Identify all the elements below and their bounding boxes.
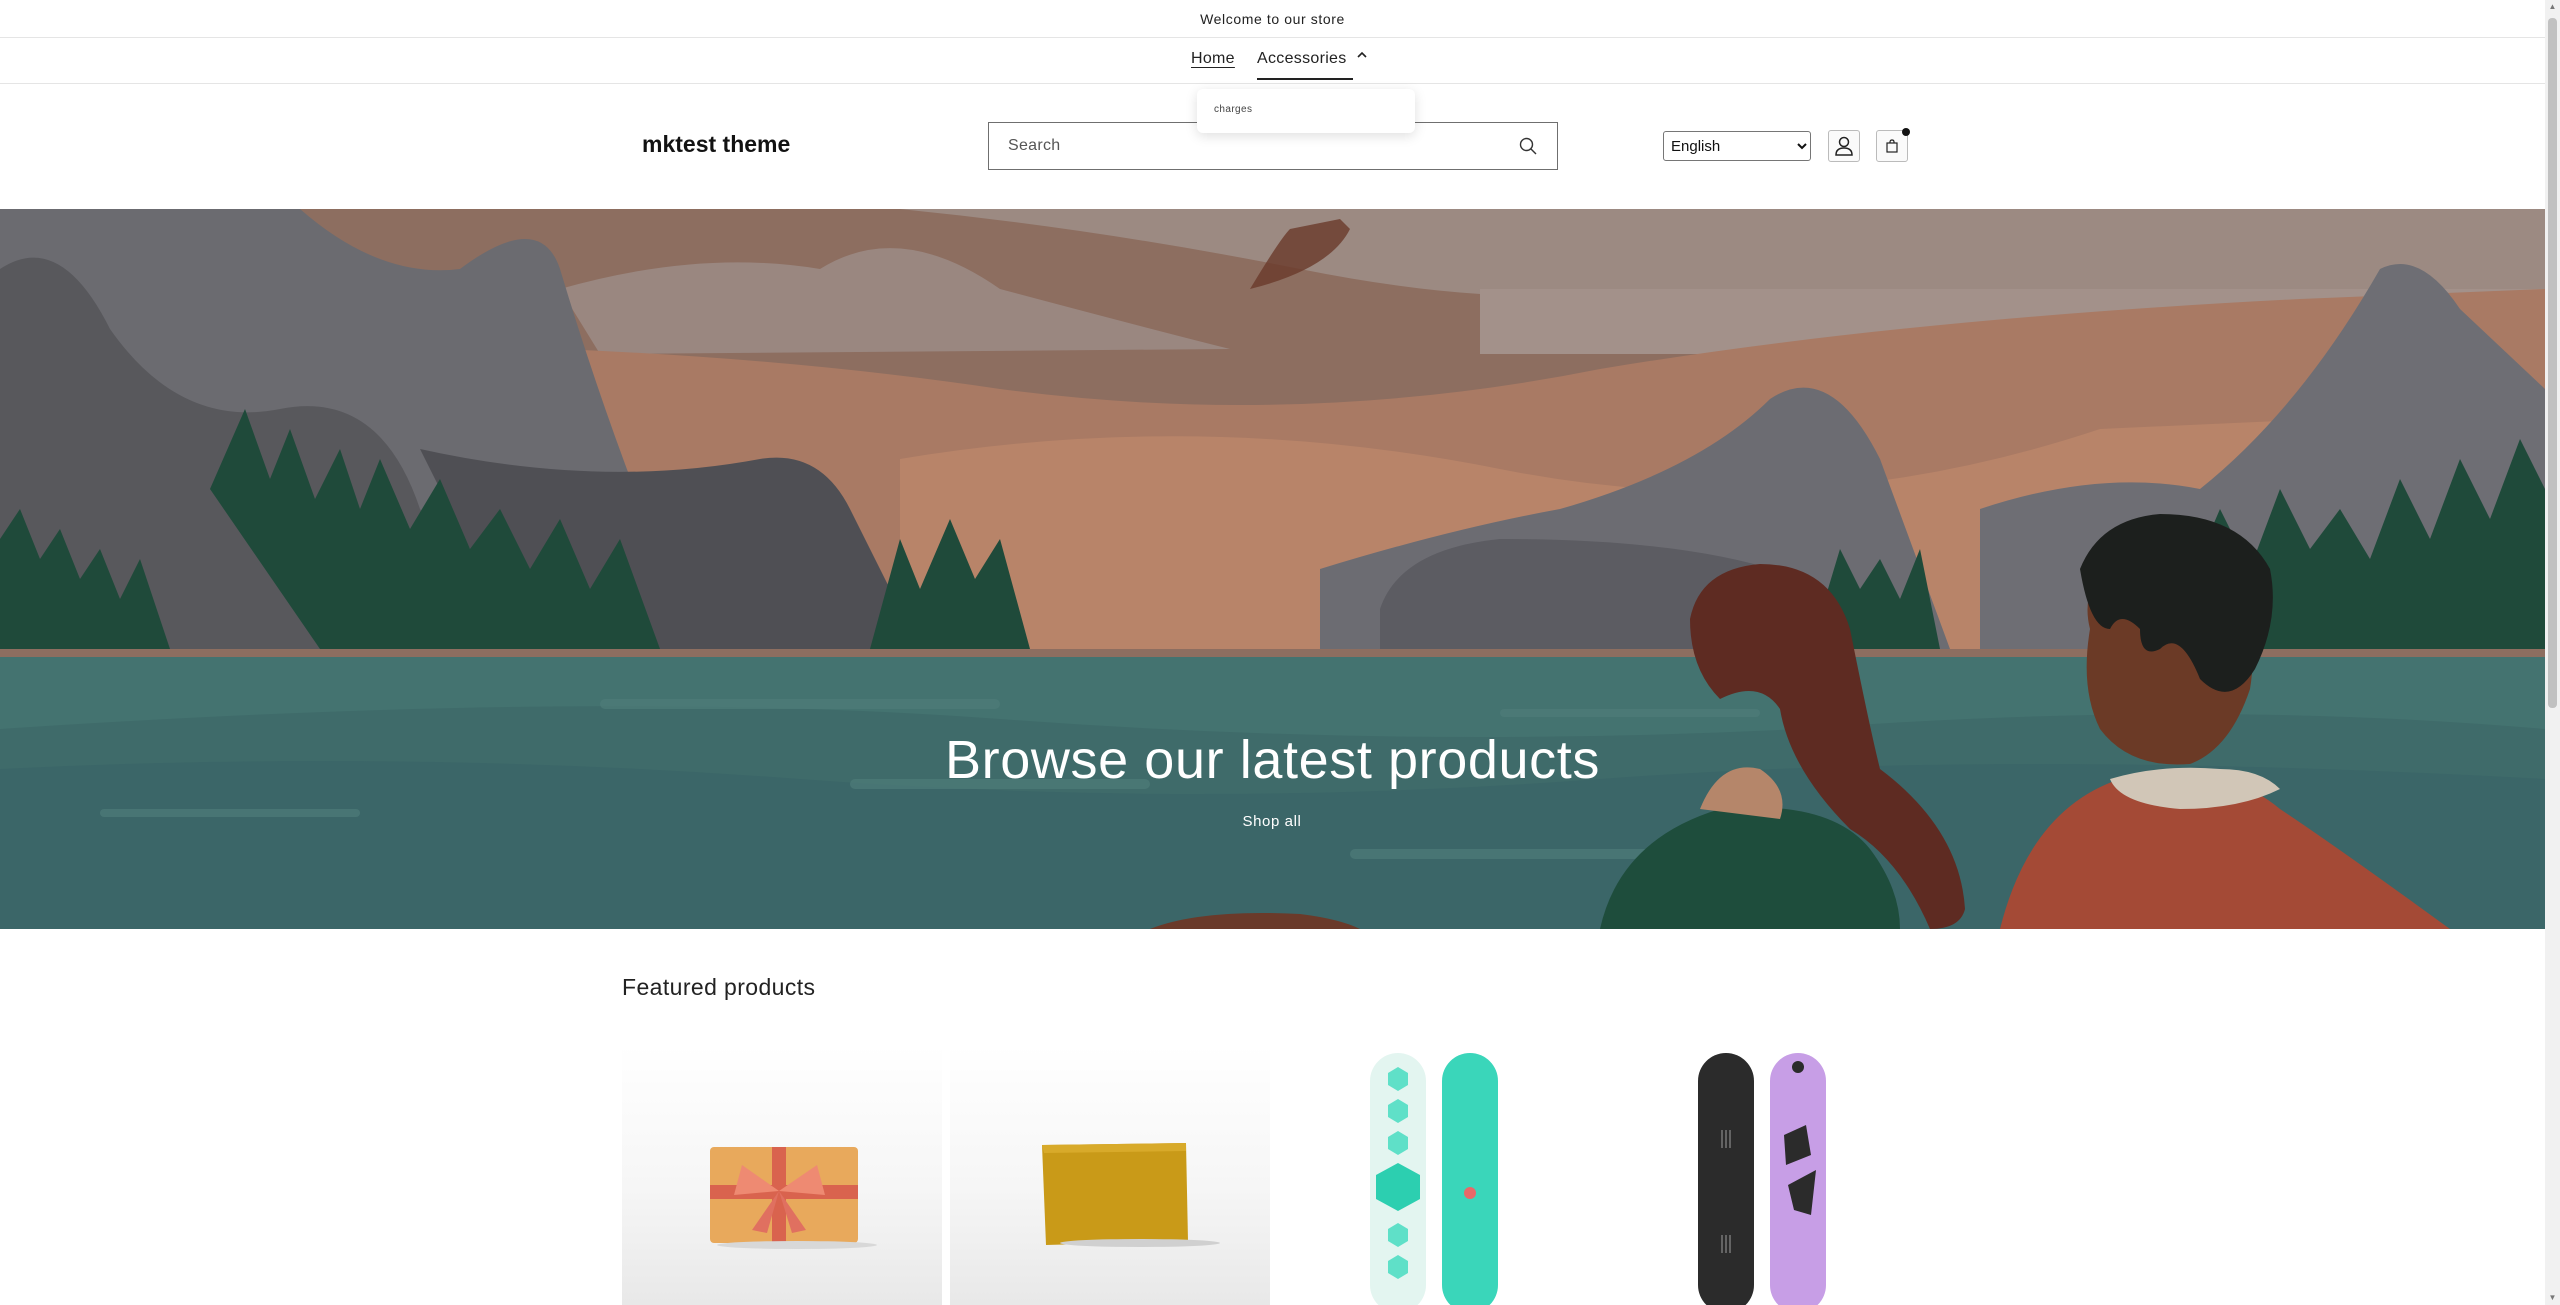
gift-card-image bbox=[710, 1147, 877, 1249]
featured-products-heading: Featured products bbox=[622, 974, 816, 1000]
nav-item-home[interactable]: Home bbox=[1191, 50, 1235, 68]
main-navigation: Home Accessories bbox=[0, 38, 2545, 84]
scroll-down-icon[interactable]: ▼ bbox=[2548, 1293, 2557, 1303]
account-button[interactable] bbox=[1828, 130, 1860, 162]
product-card-snowboard-purple[interactable] bbox=[1606, 1045, 1926, 1305]
page-scrollbar[interactable]: ▲ ▼ bbox=[2545, 0, 2560, 1305]
announcement-text: Welcome to our store bbox=[1200, 10, 1345, 27]
scrollbar-thumb[interactable] bbox=[2548, 18, 2557, 708]
bag-icon bbox=[1886, 139, 1898, 153]
scroll-up-icon[interactable]: ▲ bbox=[2548, 2, 2557, 12]
nav-item-accessories[interactable]: Accessories bbox=[1257, 50, 1347, 68]
user-icon bbox=[1835, 136, 1853, 156]
language-select[interactable]: English bbox=[1663, 131, 1811, 161]
search-icon[interactable] bbox=[1518, 136, 1538, 156]
dropdown-item-charges[interactable]: charges bbox=[1214, 104, 1252, 115]
snowboard-teal-image bbox=[1370, 1053, 1498, 1305]
nav-active-underline bbox=[1257, 78, 1353, 80]
accessories-dropdown: charges bbox=[1197, 89, 1415, 133]
hero-title: Browse our latest products bbox=[945, 730, 1600, 790]
cart-count-badge bbox=[1902, 128, 1910, 136]
cart-button[interactable] bbox=[1876, 128, 1910, 162]
product-card-wax[interactable] bbox=[950, 1045, 1270, 1305]
store-logo[interactable]: mktest theme bbox=[642, 131, 790, 158]
snowboard-purple-image bbox=[1698, 1053, 1826, 1305]
announcement-bar: Welcome to our store bbox=[0, 0, 2545, 38]
shop-all-button[interactable]: Shop all bbox=[1210, 801, 1334, 841]
hero-banner: Browse our latest products Shop all bbox=[0, 209, 2545, 929]
wax-block-image bbox=[1042, 1143, 1220, 1247]
chevron-up-icon[interactable] bbox=[1355, 48, 1369, 62]
product-card-snowboard-teal[interactable] bbox=[1278, 1045, 1598, 1305]
product-card-gift-card[interactable] bbox=[622, 1045, 942, 1305]
